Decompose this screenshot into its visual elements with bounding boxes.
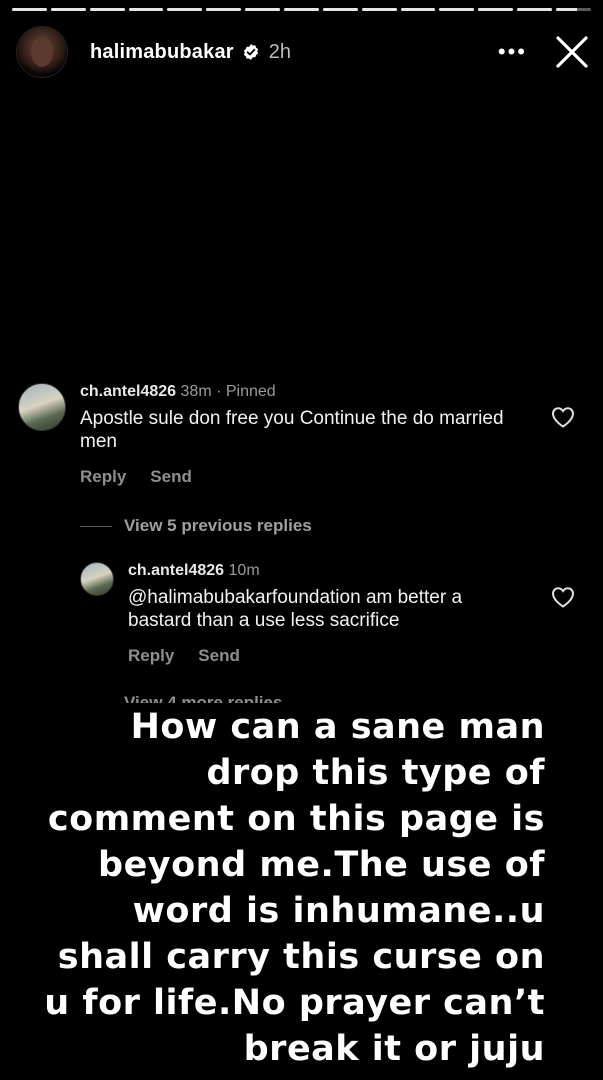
comment-meta: ch.antel4826 38m · Pinned <box>80 383 520 401</box>
story-progress-fill <box>206 8 242 11</box>
caption-line: shall carry this curse on <box>57 937 545 977</box>
story-progress-segment <box>245 8 281 11</box>
story-progress-fill <box>128 8 164 11</box>
story-progress-fill <box>400 8 436 11</box>
story-progress-fill <box>439 8 475 11</box>
reply-text: @halimabubakarfoundation am better a bas… <box>128 587 463 631</box>
story-progress-segment <box>284 8 319 11</box>
story-timestamp: 2h <box>268 40 292 63</box>
caption-line: comment on this page is <box>47 799 545 839</box>
comment-item: ch.antel4826 38m · Pinned Apostle sule d… <box>18 383 520 487</box>
story-progress-fill <box>517 8 553 11</box>
reply-button[interactable]: Reply <box>128 646 174 666</box>
story-username[interactable]: halimabubakar <box>90 41 234 64</box>
story-progress-segment <box>400 8 436 11</box>
like-heart-icon[interactable] <box>551 406 575 428</box>
caption-line: word is inhumane..u <box>132 891 545 931</box>
story-caption-text: How can a sane man drop this type of com… <box>5 704 545 1072</box>
story-progress-segment <box>206 8 242 11</box>
story-progress-segment <box>50 8 86 11</box>
send-button[interactable]: Send <box>198 646 240 666</box>
story-progress-fill <box>245 8 281 11</box>
comment-text: Apostle sule don free you Continue the d… <box>80 408 504 452</box>
close-icon[interactable] <box>555 35 589 69</box>
caption-line: u for life.No prayer can’t <box>44 983 545 1023</box>
thread-divider <box>80 525 112 527</box>
story-progress-fill <box>167 8 203 11</box>
caption-line: drop this type of <box>206 753 545 793</box>
reply-avatar[interactable] <box>80 562 114 596</box>
story-progress-segment <box>556 8 591 11</box>
story-progress-segment <box>128 8 164 11</box>
story-progress-segment <box>361 8 397 11</box>
verified-badge-icon <box>243 44 258 60</box>
reply-time: 10m <box>228 562 260 579</box>
story-progress-fill <box>284 8 319 11</box>
story-progress-segment <box>167 8 203 11</box>
comment-username[interactable]: ch.antel4826 <box>80 383 176 400</box>
commenter-avatar[interactable] <box>18 383 66 431</box>
story-progress-segment <box>322 8 358 11</box>
story-progress-segment <box>478 8 514 11</box>
story-progress-fill <box>89 8 125 11</box>
story-progress-segment <box>439 8 475 11</box>
caption-line: break it or juju <box>243 1029 545 1069</box>
caption-line: How can a sane man <box>130 707 545 747</box>
reply-button[interactable]: Reply <box>80 467 126 487</box>
story-progress-fill <box>556 8 577 11</box>
story-progress-fill <box>322 8 358 11</box>
story-progress-fill <box>50 8 86 11</box>
story-progress-fill <box>478 8 514 11</box>
more-options-icon[interactable]: ••• <box>498 39 527 65</box>
profile-avatar[interactable] <box>16 26 68 78</box>
comment-time: 38m · Pinned <box>180 383 276 400</box>
caption-line: beyond me.The use of <box>98 845 545 885</box>
send-button[interactable]: Send <box>150 467 192 487</box>
story-progress-segment <box>12 8 47 11</box>
story-progress-segment <box>89 8 125 11</box>
reply-item: ch.antel4826 10m @halimabubakarfoundatio… <box>80 562 518 666</box>
story-progress-fill <box>12 8 47 11</box>
reply-meta: ch.antel4826 10m <box>128 562 518 580</box>
story-progress-fill <box>361 8 397 11</box>
like-heart-icon[interactable] <box>551 586 575 608</box>
story-progress-bar <box>12 8 591 11</box>
story-header: halimabubakar 2h ••• <box>16 22 589 82</box>
story-progress-segment <box>517 8 553 11</box>
reply-username[interactable]: ch.antel4826 <box>128 562 224 579</box>
view-previous-replies-label: View 5 previous replies <box>124 516 312 535</box>
view-more-replies[interactable]: View 4 more replies <box>124 693 282 703</box>
view-previous-replies[interactable]: View 5 previous replies <box>80 516 312 536</box>
